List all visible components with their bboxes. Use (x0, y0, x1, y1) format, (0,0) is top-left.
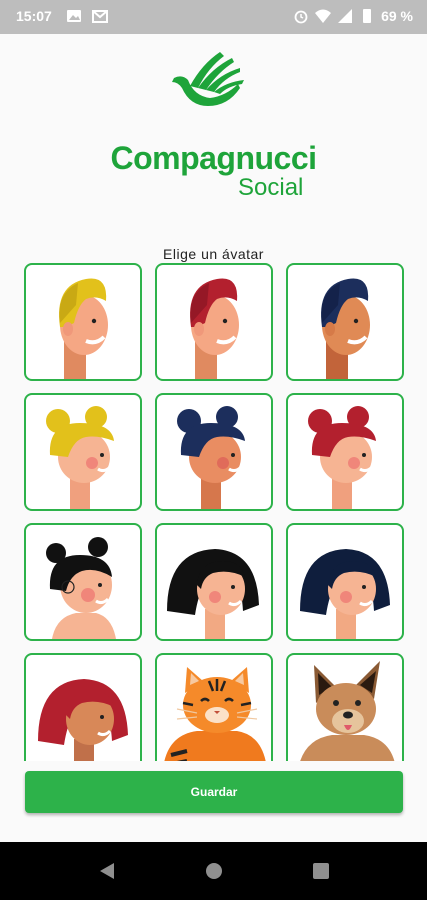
tiger-cat-avatar-icon (164, 667, 266, 761)
status-time: 15:07 (16, 8, 52, 24)
save-button[interactable]: Guardar (25, 771, 403, 813)
signal-icon (338, 9, 353, 23)
avatar-card-girl-navy-bob[interactable] (286, 523, 404, 641)
avatar-prompt: Elige un ávatar (163, 246, 264, 262)
image-icon (67, 10, 81, 22)
avatar-card-brown-dog[interactable] (286, 653, 404, 761)
girl-black-bob-avatar-icon (167, 549, 259, 639)
girl-black-buns-avatar-icon (46, 537, 116, 639)
avatar-grid (24, 263, 404, 761)
avatar-card-boy-navy-hair[interactable] (286, 263, 404, 381)
avatar-card-girl-black-buns[interactable] (24, 523, 142, 641)
avatar-card-girl-navy-buns[interactable] (155, 393, 273, 511)
brand-subtitle: Social (238, 174, 304, 201)
girl-navy-buns-avatar-icon (177, 406, 245, 509)
avatar-card-boy-yellow-hair[interactable] (24, 263, 142, 381)
brand-name: Compagnucci (110, 140, 317, 176)
avatar-card-girl-black-bob[interactable] (155, 523, 273, 641)
avatar-card-boy-red-hair[interactable] (155, 263, 273, 381)
back-icon[interactable] (96, 860, 118, 882)
alarm-icon (294, 10, 308, 24)
boy-red-hair-avatar-icon (190, 278, 239, 379)
brown-dog-avatar-icon (300, 661, 395, 761)
status-bar: 15:07 69 % (0, 0, 427, 34)
avatar-grid-scroll[interactable] (0, 263, 427, 761)
avatar-card-girl-yellow-buns[interactable] (24, 393, 142, 511)
avatar-card-girl-red-bob[interactable] (24, 653, 142, 761)
avatar-card-tiger-cat[interactable] (155, 653, 273, 761)
battery-percent: 69 % (381, 8, 413, 24)
girl-red-bob-avatar-icon (38, 679, 128, 761)
dove-hand-logo-icon (172, 52, 244, 106)
app-screen: Compagnucci Social Elige un ávatar Guard… (0, 34, 427, 842)
girl-red-buns-avatar-icon (308, 406, 376, 509)
boy-navy-hair-avatar-icon (321, 278, 370, 379)
system-nav-bar (0, 842, 427, 900)
girl-yellow-buns-avatar-icon (46, 406, 114, 509)
status-right: 69 % (293, 8, 413, 24)
wifi-icon (315, 9, 332, 23)
recents-icon[interactable] (310, 860, 332, 882)
boy-yellow-hair-avatar-icon (59, 278, 108, 379)
avatar-card-girl-red-buns[interactable] (286, 393, 404, 511)
girl-navy-bob-avatar-icon (300, 549, 390, 639)
home-icon[interactable] (203, 860, 225, 882)
battery-icon (363, 9, 372, 23)
status-left-icons (66, 8, 108, 24)
gmail-icon (92, 10, 108, 23)
